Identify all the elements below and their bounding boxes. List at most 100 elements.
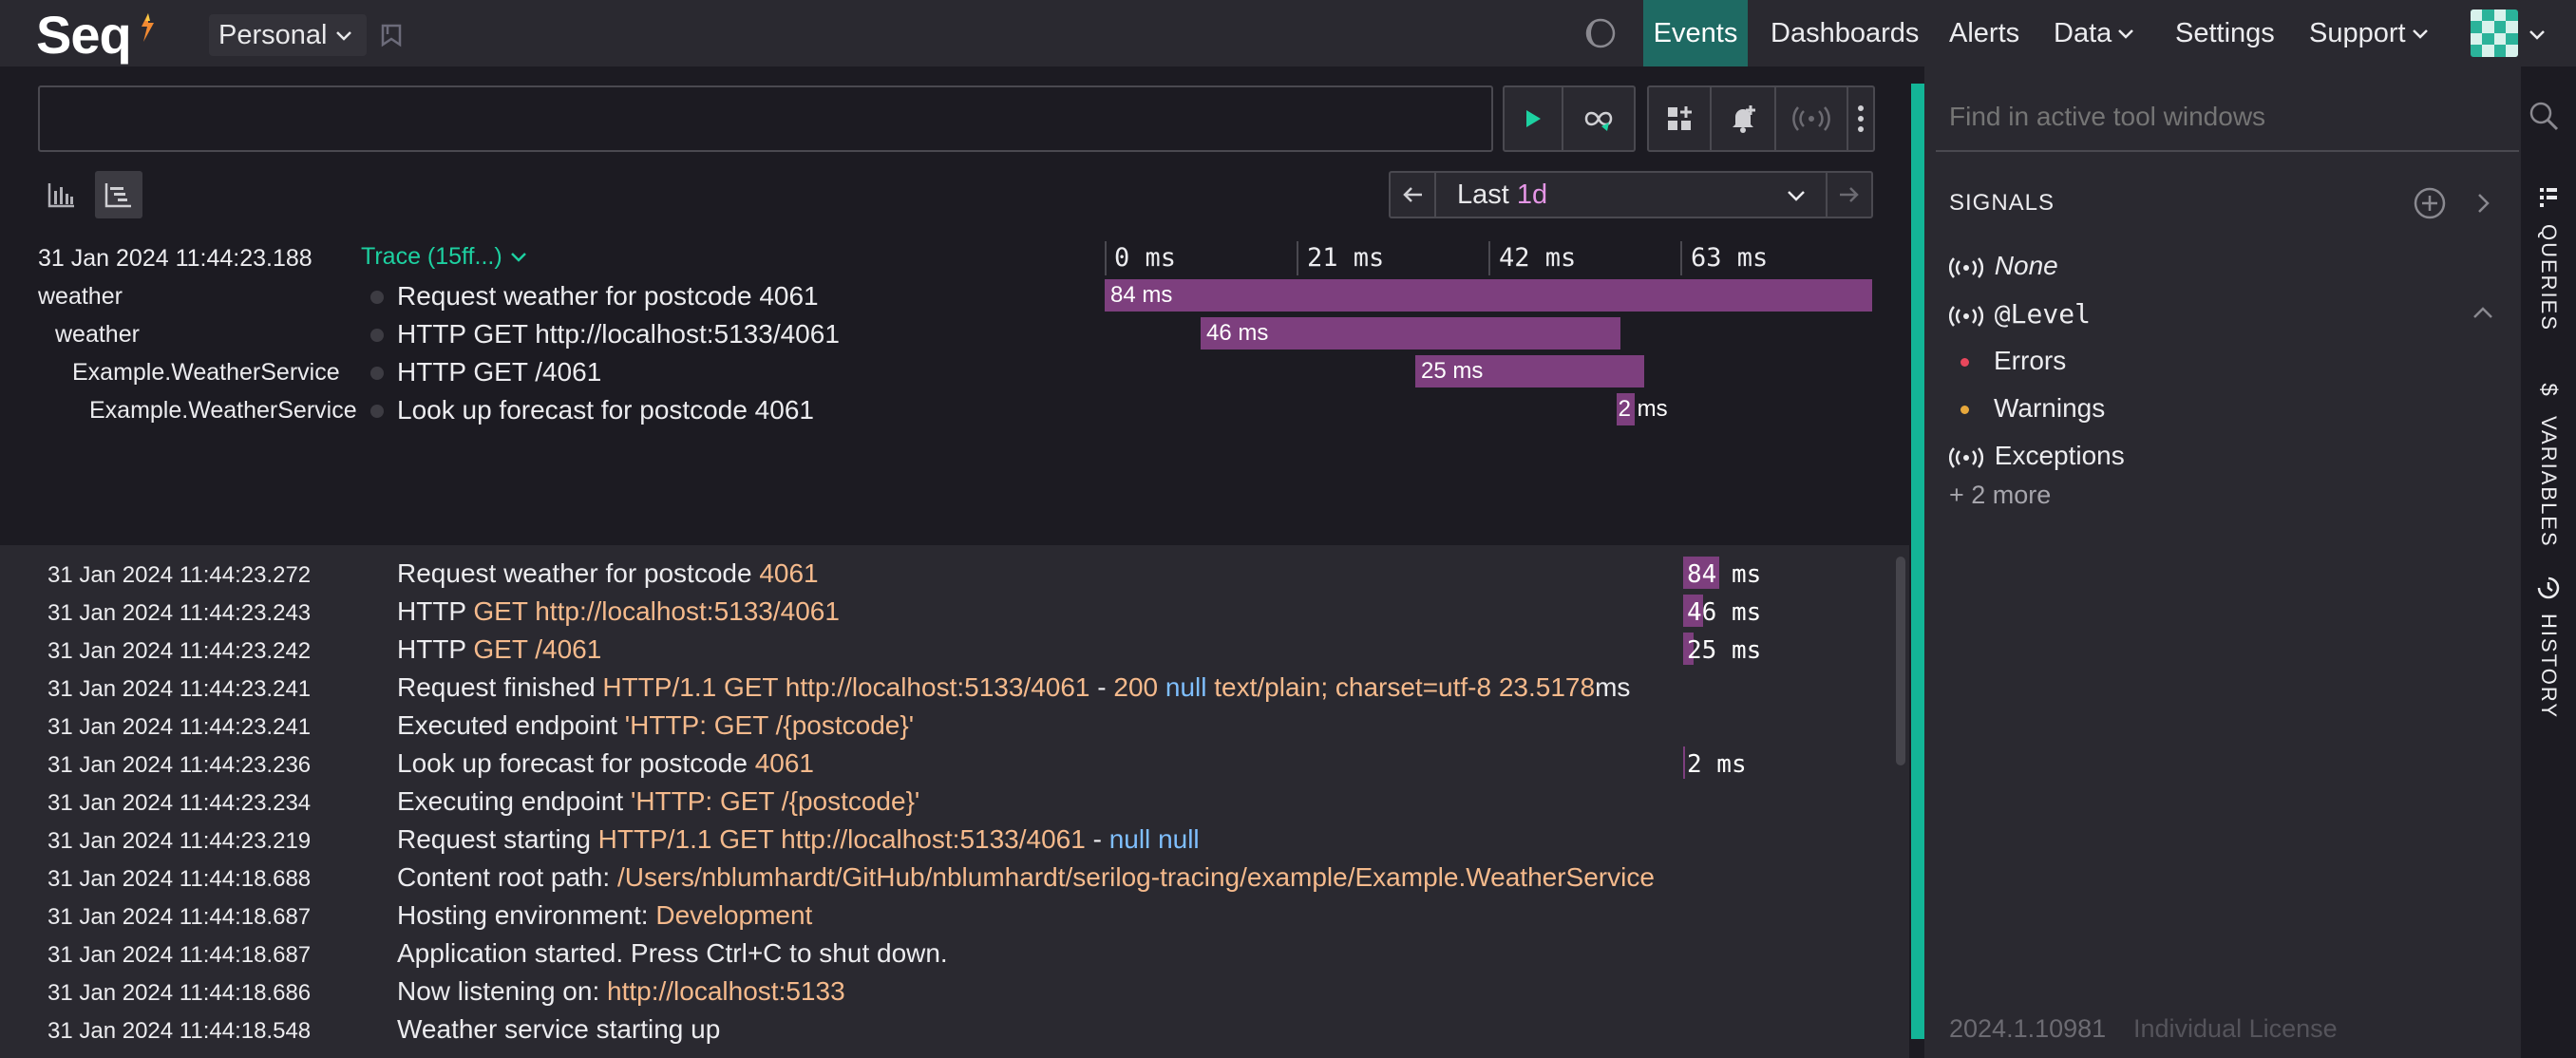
seq-logo[interactable]: Seq	[36, 4, 132, 66]
event-duration-unit: ms	[1716, 560, 1762, 589]
previous-range-button[interactable]	[1389, 171, 1436, 218]
event-message[interactable]: Executed endpoint 'HTTP: GET /{postcode}…	[397, 710, 914, 741]
trace-timestamp: 31 Jan 2024 11:44:23.188	[38, 245, 313, 272]
message-token: 'HTTP: GET /{postcode}'	[630, 786, 920, 816]
license-label: Individual License	[2133, 1014, 2338, 1043]
chevron-right-icon[interactable]	[2470, 190, 2496, 217]
chevron-down-icon	[510, 253, 526, 263]
signal-none[interactable]: None	[1949, 251, 2058, 281]
span-service: weather	[38, 283, 123, 310]
signal-label: Errors	[1994, 346, 2067, 375]
event-duration-value: 46	[1687, 598, 1717, 627]
message-token: Content root path:	[397, 862, 617, 892]
message-token: Application started. Press Ctrl+C to shu…	[397, 938, 948, 968]
event-message[interactable]: Content root path: /Users/nblumhardt/Git…	[397, 862, 1655, 893]
span-bar[interactable]: 46 ms	[1201, 317, 1621, 350]
broadcast-icon	[1949, 446, 1983, 468]
chevron-up-icon[interactable]	[2470, 300, 2496, 327]
span-bar[interactable]: 2 ms	[1616, 393, 1668, 425]
event-message[interactable]: HTTP GET http://localhost:5133/4061	[397, 596, 840, 627]
tab-queries[interactable]: QUERIES	[2521, 186, 2576, 331]
timeline-tick-label: 42 ms	[1499, 243, 1577, 273]
message-token: HTTP/1.1	[597, 824, 712, 854]
search-icon[interactable]	[2527, 99, 2561, 133]
message-token: HTTP	[397, 634, 474, 664]
tab-history[interactable]: HISTORY	[2521, 576, 2576, 719]
event-duration-value: 2	[1687, 750, 1702, 779]
panel-resize-handle[interactable]	[1911, 84, 1924, 1039]
message-token: Request weather for postcode	[397, 558, 760, 588]
date-range-select[interactable]: Last 1d	[1434, 171, 1828, 218]
event-message[interactable]: HTTP GET /4061	[397, 634, 601, 665]
find-in-tool-windows-input[interactable]	[1936, 84, 2519, 152]
more-signals-link[interactable]: + 2 more	[1949, 481, 2051, 510]
event-message[interactable]: Now listening on: http://localhost:5133	[397, 976, 845, 1007]
add-signal-icon[interactable]	[2413, 186, 2447, 220]
message-token: GET	[473, 634, 528, 664]
message-token: Executing endpoint	[397, 786, 631, 816]
event-message[interactable]: Weather service starting up	[397, 1014, 720, 1045]
event-message[interactable]: Request weather for postcode 4061	[397, 558, 819, 589]
span-message[interactable]: HTTP GET http://localhost:5133/4061	[397, 319, 840, 350]
theme-toggle-icon[interactable]	[1584, 17, 1617, 49]
event-timestamp: 31 Jan 2024 11:44:23.242	[47, 638, 312, 664]
nav-dashboards[interactable]: Dashboards	[1771, 0, 1919, 66]
trace-id-link[interactable]: Trace (15ff...)	[361, 243, 528, 271]
span-message[interactable]: HTTP GET /4061	[397, 357, 601, 387]
message-token: http://localhost:5133	[607, 976, 845, 1006]
event-message[interactable]: Look up forecast for postcode 4061	[397, 748, 814, 779]
play-icon	[1526, 110, 1541, 127]
signal-exceptions[interactable]: Exceptions	[1949, 441, 2125, 471]
tab-label: QUERIES	[2537, 224, 2561, 332]
event-timestamp: 31 Jan 2024 11:44:18.687	[47, 942, 312, 968]
tab-variables[interactable]: $ VARIABLES	[2521, 376, 2576, 547]
nav-alerts[interactable]: Alerts	[1949, 0, 2019, 66]
event-duration: 2 ms	[1687, 750, 1747, 779]
timeline-tick-label: 21 ms	[1307, 243, 1385, 273]
nav-settings[interactable]: Settings	[2175, 0, 2275, 66]
span-bar[interactable]: 84 ms	[1105, 279, 1872, 312]
span-service: Example.WeatherService	[89, 397, 357, 424]
more-options-button[interactable]	[1847, 85, 1875, 152]
event-message[interactable]: Executing endpoint 'HTTP: GET /{postcode…	[397, 786, 919, 817]
bar-chart-icon	[47, 183, 74, 208]
event-message[interactable]: Hosting environment: Development	[397, 900, 812, 931]
message-token: HTTP	[397, 596, 474, 626]
event-message[interactable]: Request starting HTTP/1.1 GET http://loc…	[397, 824, 1200, 855]
event-timestamp: 31 Jan 2024 11:44:18.686	[47, 980, 312, 1006]
span-message[interactable]: Look up forecast for postcode 4061	[397, 395, 814, 425]
user-avatar[interactable]	[2471, 9, 2518, 57]
nav-support[interactable]: Support	[2309, 0, 2431, 66]
nav-events[interactable]: Events	[1643, 0, 1748, 66]
chevron-down-icon[interactable]	[2527, 25, 2548, 46]
broadcast-icon	[1949, 305, 1983, 327]
add-alert-button[interactable]	[1710, 85, 1776, 152]
nav-data[interactable]: Data	[2054, 0, 2136, 66]
event-duration-unit: ms	[1701, 750, 1747, 779]
trace-view-button[interactable]	[95, 171, 142, 218]
event-duration: 46 ms	[1687, 598, 1761, 627]
signal-label: Exceptions	[1994, 441, 2125, 470]
signal-warnings[interactable]: Warnings	[1960, 393, 2105, 424]
chevron-down-icon	[1788, 191, 1805, 201]
histogram-view-button[interactable]	[38, 171, 85, 218]
signal-group-level[interactable]: @Level	[1949, 298, 2091, 330]
next-range-button[interactable]	[1826, 171, 1873, 218]
signal-errors[interactable]: Errors	[1960, 346, 2066, 376]
workspace-bookmark-icon[interactable]	[380, 23, 403, 47]
save-signal-button[interactable]	[1774, 85, 1848, 152]
date-range-value: 1d	[1516, 179, 1548, 210]
event-message[interactable]: Application started. Press Ctrl+C to shu…	[397, 938, 948, 969]
span-status-dot	[370, 405, 384, 418]
tail-button[interactable]	[1562, 85, 1636, 152]
event-message[interactable]: Request finished HTTP/1.1 GET http://loc…	[397, 672, 1630, 703]
search-query-input[interactable]	[38, 85, 1493, 152]
span-message[interactable]: Request weather for postcode 4061	[397, 281, 819, 312]
chevron-down-icon	[2412, 29, 2428, 40]
event-list-scrollbar[interactable]	[1896, 557, 1905, 765]
add-to-dashboard-button[interactable]	[1647, 85, 1712, 152]
span-bar[interactable]: 25 ms	[1415, 355, 1644, 387]
message-token	[1491, 672, 1499, 702]
event-duration-bar	[1683, 746, 1685, 779]
run-query-button[interactable]	[1503, 85, 1563, 152]
